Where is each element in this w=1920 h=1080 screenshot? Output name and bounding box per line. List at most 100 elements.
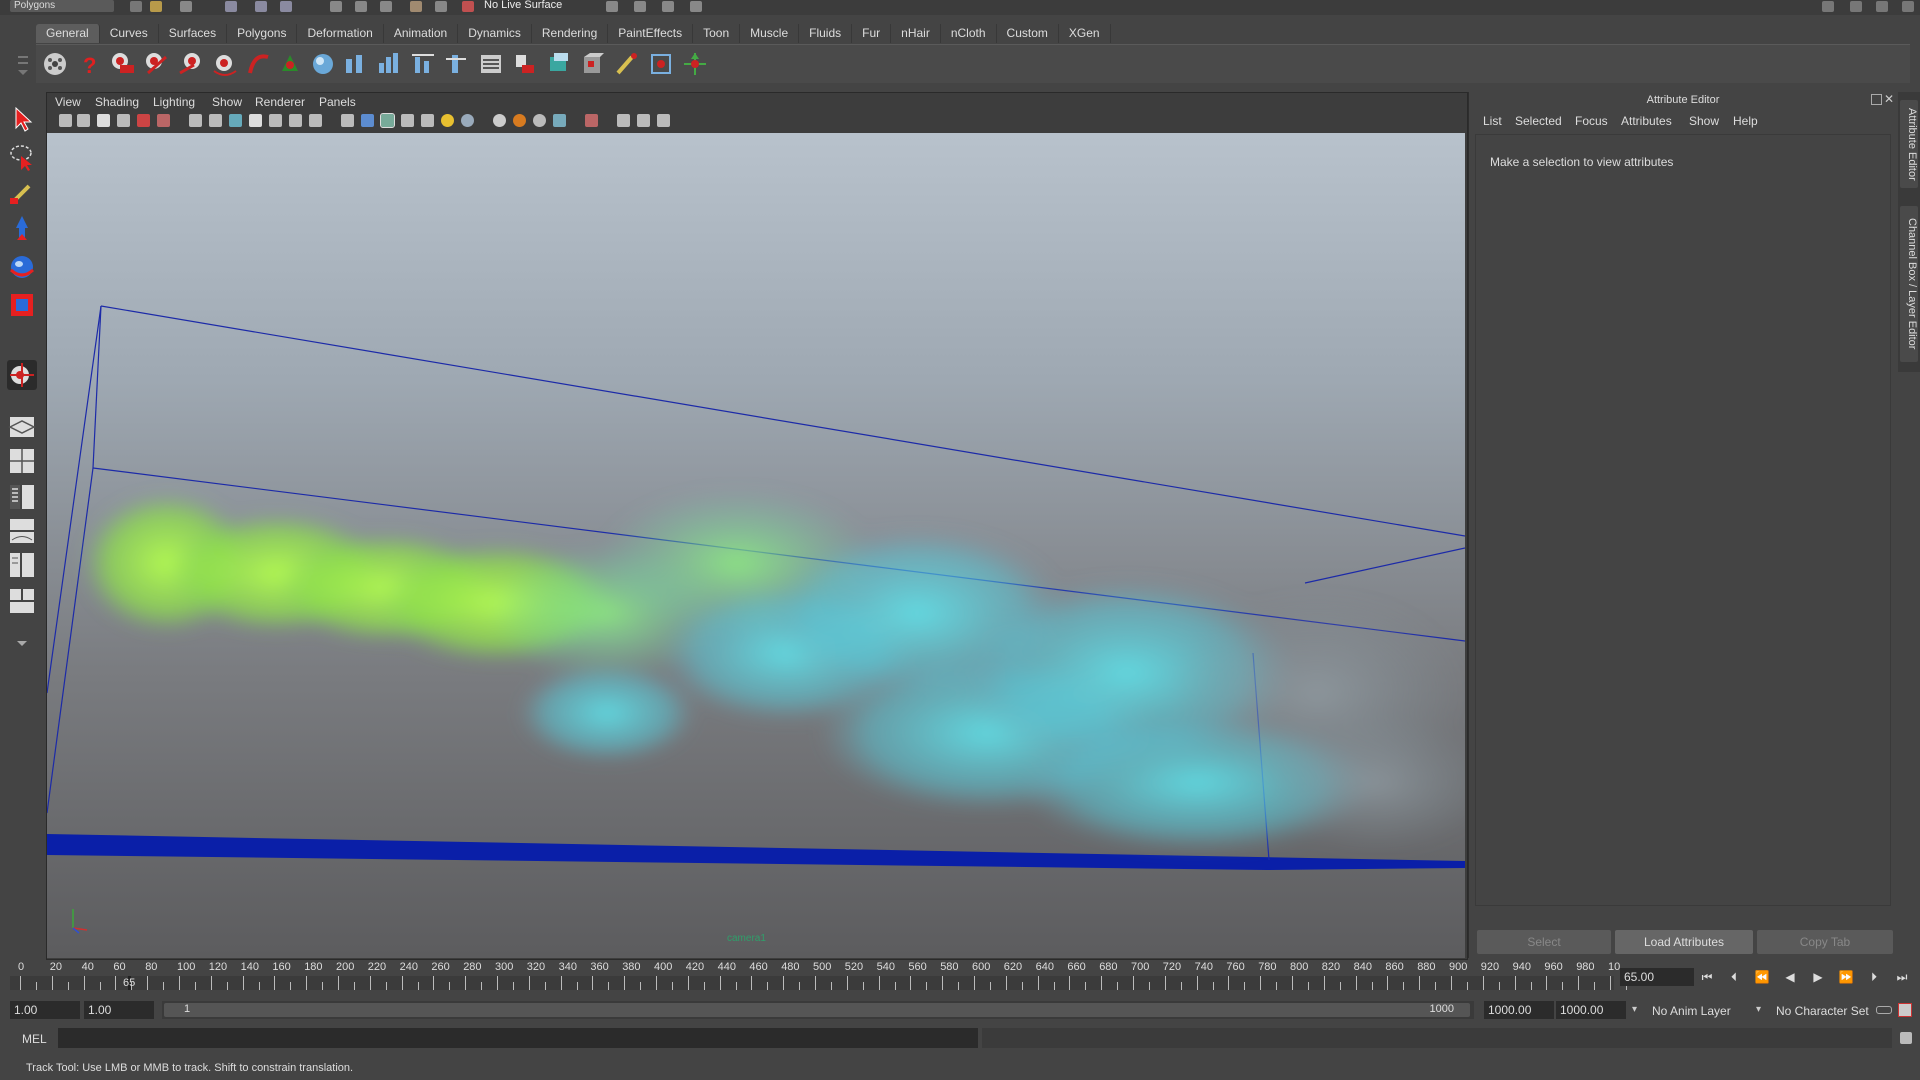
field-chart-icon[interactable] — [269, 114, 282, 127]
command-input[interactable] — [58, 1028, 978, 1048]
lasso-tool-icon[interactable] — [7, 142, 37, 172]
gate-mask-icon[interactable] — [249, 114, 262, 127]
persp-graph-layout-icon[interactable] — [7, 516, 37, 546]
snap-curve-icon[interactable] — [355, 1, 367, 12]
auto-key-icon[interactable] — [1876, 1006, 1892, 1014]
resolution-gate-icon[interactable] — [229, 114, 242, 127]
joint-tool-icon[interactable] — [342, 51, 368, 77]
command-language-label[interactable]: MEL — [22, 1032, 47, 1046]
menu-show[interactable]: Show — [1689, 114, 1719, 128]
outliner-layout-icon[interactable] — [7, 482, 37, 512]
fluid-container-icon[interactable] — [648, 51, 674, 77]
menu-selected[interactable]: Selected — [1515, 114, 1562, 128]
menu-help[interactable]: Help — [1733, 114, 1758, 128]
four-pane-layout-icon[interactable] — [7, 446, 37, 476]
paint-weights-icon[interactable] — [512, 51, 538, 77]
film-gate-icon[interactable] — [209, 114, 222, 127]
tab-fur[interactable]: Fur — [852, 24, 892, 43]
tab-animation[interactable]: Animation — [384, 24, 459, 43]
character-set-dropdown-icon[interactable]: ▾ — [1756, 1004, 1761, 1015]
grease-pencil-icon[interactable] — [157, 114, 170, 127]
sphere-primitive-icon[interactable] — [310, 51, 336, 77]
float-panel-icon[interactable] — [1871, 94, 1882, 105]
scale-tool-icon[interactable] — [7, 290, 37, 320]
camera-reel-icon[interactable] — [110, 51, 136, 77]
playback-start-field[interactable]: 1.00 — [84, 1001, 154, 1019]
isolate-select-icon[interactable] — [585, 114, 598, 127]
use-all-lights-icon[interactable] — [421, 114, 434, 127]
tab-nhair[interactable]: nHair — [891, 24, 941, 43]
make-live-icon[interactable] — [462, 1, 474, 12]
character-set-select[interactable]: No Character Set — [1776, 1004, 1869, 1018]
paint-effects-icon[interactable] — [614, 51, 640, 77]
camera-track-icon[interactable] — [144, 51, 170, 77]
play-backwards-icon[interactable]: ◀ — [1782, 970, 1798, 984]
perspective-viewport[interactable]: camera1 — [47, 133, 1465, 958]
paint-select-tool-icon[interactable] — [7, 178, 37, 208]
skin-weights-icon[interactable] — [444, 51, 470, 77]
wireframe-on-shaded-icon[interactable] — [380, 113, 395, 128]
ipr-render-icon[interactable] — [662, 1, 674, 12]
locator-icon[interactable] — [278, 51, 304, 77]
step-back-key-icon[interactable]: ⏪ — [1754, 970, 1770, 984]
anim-layer-dropdown-icon[interactable]: ▾ — [1632, 1004, 1637, 1015]
camera-tumble-icon[interactable] — [212, 51, 238, 77]
menu-attributes[interactable]: Attributes — [1621, 114, 1672, 128]
tab-deformation[interactable]: Deformation — [297, 24, 384, 43]
motion-blur-icon[interactable] — [513, 114, 526, 127]
tab-dynamics[interactable]: Dynamics — [458, 24, 532, 43]
bind-skin-icon[interactable] — [410, 51, 436, 77]
tab-polygons[interactable]: Polygons — [227, 24, 298, 43]
render-view-icon[interactable] — [580, 51, 606, 77]
ik-handle-icon[interactable] — [376, 51, 402, 77]
xray-joints-icon[interactable] — [637, 114, 650, 127]
rotate-tool-icon[interactable] — [7, 252, 37, 282]
current-frame-field[interactable]: 65.00 — [1620, 968, 1694, 986]
bookmarks-icon[interactable] — [97, 114, 110, 127]
hypershade-icon[interactable] — [546, 51, 572, 77]
track-tool-active[interactable] — [7, 360, 37, 390]
input-ops-icon[interactable] — [606, 1, 618, 12]
move-tool-icon[interactable] — [7, 214, 37, 244]
menu-panels[interactable]: Panels — [319, 95, 356, 109]
tab-ncloth[interactable]: nCloth — [941, 24, 997, 43]
select-object-icon[interactable] — [255, 1, 267, 12]
emitter-icon[interactable] — [682, 51, 708, 77]
toggle-attribute-editor-icon[interactable] — [1822, 1, 1834, 12]
curve-tool-icon[interactable] — [246, 51, 272, 77]
grid-icon[interactable] — [189, 114, 202, 127]
tab-custom[interactable]: Custom — [997, 24, 1059, 43]
tab-attribute-editor[interactable]: Attribute Editor — [1900, 100, 1918, 188]
textured-icon[interactable] — [401, 114, 414, 127]
go-to-end-icon[interactable]: ⏭ — [1894, 970, 1910, 984]
time-slider[interactable]: 0 20 40 60 80 100 120 140 160 180 200 220 240 260 280 3… — [10, 960, 1627, 990]
depth-of-field-icon[interactable] — [553, 114, 566, 127]
tab-painteffects[interactable]: PaintEffects — [608, 24, 694, 43]
graph-editor-icon[interactable] — [478, 51, 504, 77]
safe-action-icon[interactable] — [289, 114, 302, 127]
default-light-icon[interactable] — [441, 114, 454, 127]
tab-surfaces[interactable]: Surfaces — [159, 24, 228, 43]
playback-end-field[interactable]: 1000.00 — [1484, 1001, 1554, 1019]
menu-focus[interactable]: Focus — [1575, 114, 1608, 128]
image-plane-icon[interactable] — [117, 114, 130, 127]
tab-channel-box-layer-editor[interactable]: Channel Box / Layer Editor — [1900, 206, 1918, 362]
smooth-shade-icon[interactable] — [361, 114, 374, 127]
camera-dolly-icon[interactable] — [178, 51, 204, 77]
multisample-aa-icon[interactable] — [533, 114, 546, 127]
tab-rendering[interactable]: Rendering — [532, 24, 609, 43]
hypershade-layout-icon[interactable] — [7, 550, 37, 580]
tab-curves[interactable]: Curves — [100, 24, 159, 43]
snap-view-icon[interactable] — [410, 1, 422, 12]
menu-view[interactable]: View — [55, 95, 81, 109]
new-scene-icon[interactable] — [130, 1, 142, 12]
safe-title-icon[interactable] — [309, 114, 322, 127]
snap-grid-icon[interactable] — [330, 1, 342, 12]
play-forwards-icon[interactable]: ▶ — [1810, 970, 1826, 984]
close-icon[interactable]: ✕ — [1884, 92, 1894, 106]
animation-end-field[interactable]: 1000.00 — [1556, 1001, 1626, 1019]
tab-xgen[interactable]: XGen — [1059, 24, 1111, 43]
menu-shading[interactable]: Shading — [95, 95, 139, 109]
menu-set-select[interactable]: Polygons — [10, 0, 114, 12]
select-button[interactable]: Select — [1477, 930, 1611, 954]
